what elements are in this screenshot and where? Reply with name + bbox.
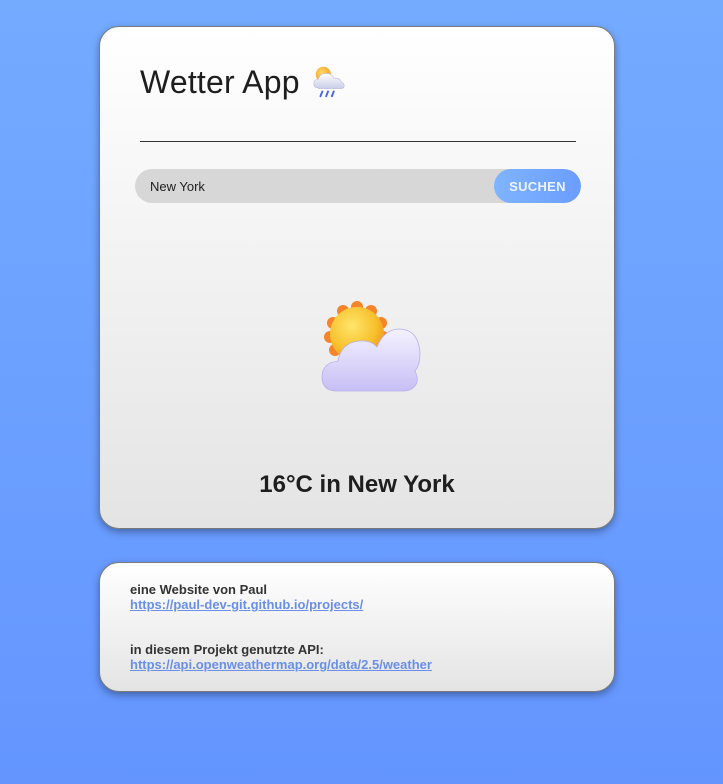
author-link[interactable]: https://paul-dev-git.github.io/projects/ (130, 597, 363, 612)
search-bar: SUCHEN (135, 169, 581, 203)
api-label: in diesem Projekt genutzte API: (130, 642, 324, 657)
partly-cloudy-icon (321, 301, 421, 392)
cloud-rain-icon (313, 66, 345, 98)
page-title: Wetter App (140, 63, 300, 100)
temperature-result: 16°C in New York (259, 471, 455, 498)
divider (140, 141, 576, 142)
footer-card: eine Website von Paul https://paul-dev-g… (99, 562, 615, 692)
city-search-input[interactable] (135, 169, 494, 203)
author-section: eine Website von Paul https://paul-dev-g… (130, 582, 363, 612)
api-link[interactable]: https://api.openweathermap.org/data/2.5/… (130, 657, 432, 672)
author-label: eine Website von Paul (130, 582, 268, 597)
weather-card: Wetter App SUCHEN (99, 26, 615, 529)
api-section: in diesem Projekt genutzte API: https://… (130, 642, 432, 672)
search-button[interactable]: SUCHEN (494, 169, 581, 203)
header: Wetter App (140, 63, 348, 101)
